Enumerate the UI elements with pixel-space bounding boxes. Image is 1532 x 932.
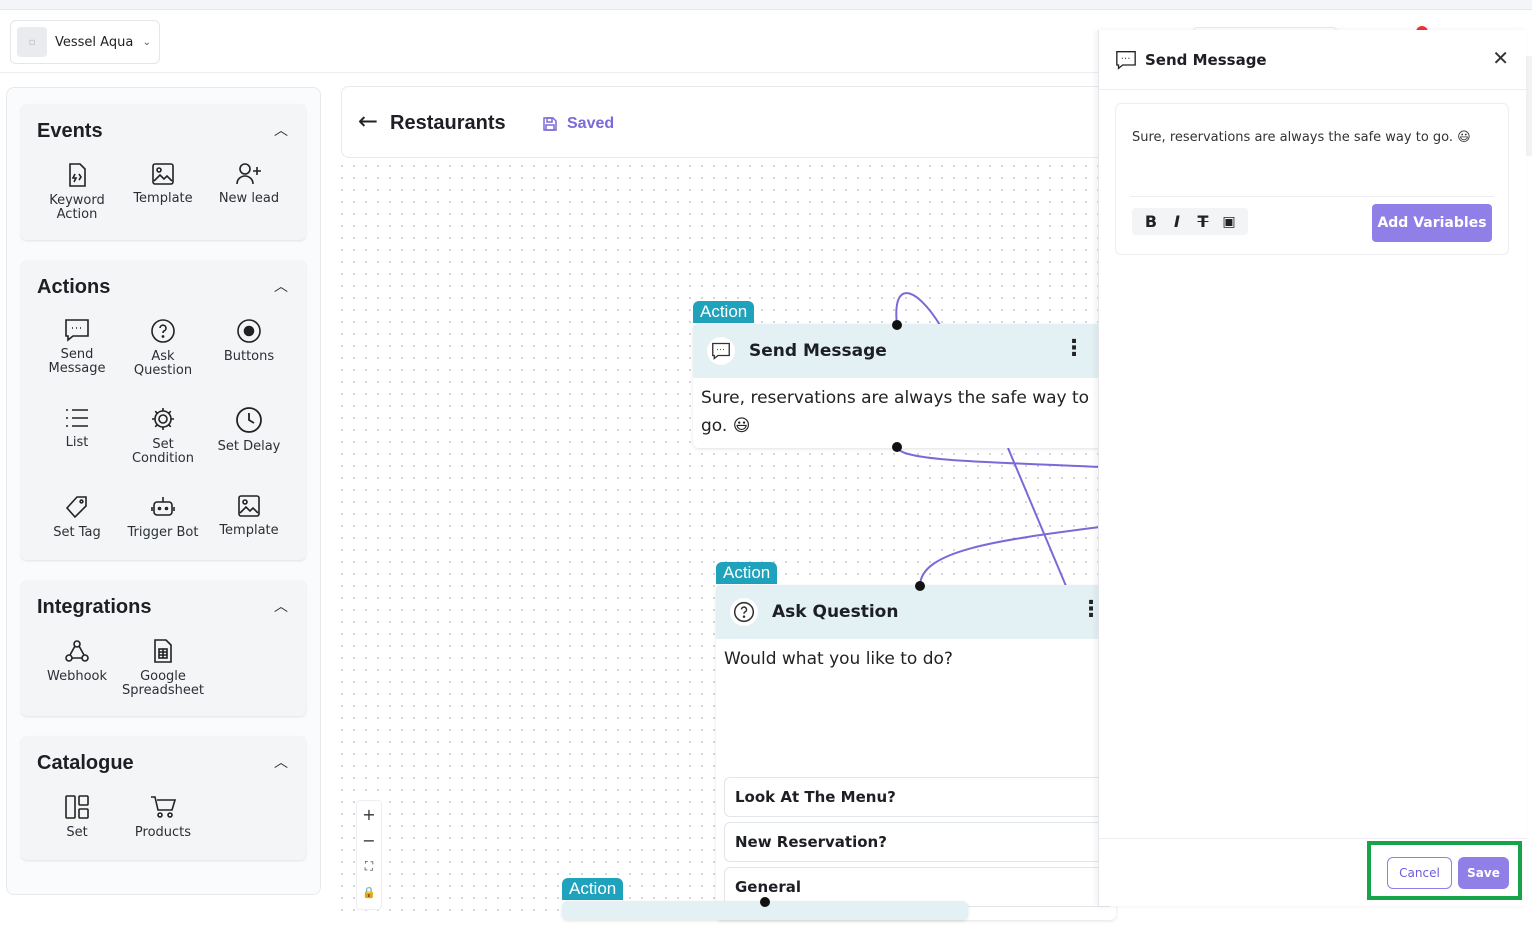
choice-option[interactable]: Look At The Menu? bbox=[724, 777, 1114, 817]
node-input-port[interactable] bbox=[915, 581, 925, 591]
add-variables-button[interactable]: Add Variables bbox=[1372, 204, 1492, 242]
node-question-text: Would what you like to do? bbox=[724, 649, 953, 669]
panel-footer-divider bbox=[1099, 838, 1527, 839]
zoom-in-button[interactable]: + bbox=[357, 801, 381, 827]
node-message-text: Sure, reservations are always the safe w… bbox=[701, 388, 1090, 436]
node-header: Send Message ⋮ bbox=[693, 324, 1103, 378]
node-output-port[interactable] bbox=[892, 442, 902, 452]
node-type-tag: Action bbox=[693, 301, 755, 323]
edge-diagonal bbox=[1007, 447, 1067, 587]
lock-button[interactable]: 🔒 bbox=[357, 879, 381, 905]
node-header: Ask Question ⋮ bbox=[716, 585, 1116, 639]
editor-divider bbox=[1130, 196, 1494, 197]
panel-title: Send Message bbox=[1145, 50, 1267, 69]
strikethrough-button[interactable]: T bbox=[1190, 212, 1216, 231]
fit-view-button[interactable]: ⛶ bbox=[357, 853, 381, 879]
node-type-tag: Action bbox=[562, 878, 624, 900]
node-title: Ask Question bbox=[772, 602, 899, 622]
zoom-controls: + − ⛶ 🔒 bbox=[356, 800, 382, 910]
cancel-button[interactable]: Cancel bbox=[1387, 857, 1452, 889]
node-send-message[interactable]: Send Message ⋮ Sure, reservations are al… bbox=[693, 324, 1103, 448]
message-editor[interactable]: Sure, reservations are always the safe w… bbox=[1115, 103, 1509, 255]
more-vertical-icon[interactable]: ⋮ bbox=[1063, 338, 1085, 360]
panel-header: Send Message ✕ bbox=[1099, 30, 1527, 90]
edge-into-ask bbox=[919, 526, 1101, 587]
italic-button[interactable]: I bbox=[1164, 212, 1190, 231]
node-title: Send Message bbox=[749, 341, 887, 361]
format-toolbar: B I T ▣ bbox=[1132, 208, 1248, 235]
bold-button[interactable]: B bbox=[1138, 212, 1164, 231]
edge-loop-top bbox=[895, 292, 941, 326]
message-text[interactable]: Sure, reservations are always the safe w… bbox=[1132, 130, 1471, 145]
node-input-port[interactable] bbox=[892, 320, 902, 330]
node-type-tag: Action bbox=[716, 562, 778, 584]
message-icon bbox=[1116, 50, 1136, 70]
save-button[interactable]: Save bbox=[1458, 857, 1509, 889]
node-input-port[interactable] bbox=[760, 897, 770, 907]
question-icon bbox=[730, 598, 758, 626]
insert-image-button[interactable]: ▣ bbox=[1216, 214, 1242, 230]
node-ask-question[interactable]: Ask Question ⋮ Would what you like to do… bbox=[716, 585, 1116, 920]
send-message-panel: Send Message ✕ Sure, reservations are al… bbox=[1098, 30, 1527, 906]
zoom-out-button[interactable]: − bbox=[357, 827, 381, 853]
choice-option[interactable]: New Reservation? bbox=[724, 822, 1114, 862]
edge-send-to-right bbox=[896, 446, 1101, 468]
message-icon bbox=[707, 337, 735, 365]
close-icon[interactable]: ✕ bbox=[1492, 46, 1509, 70]
